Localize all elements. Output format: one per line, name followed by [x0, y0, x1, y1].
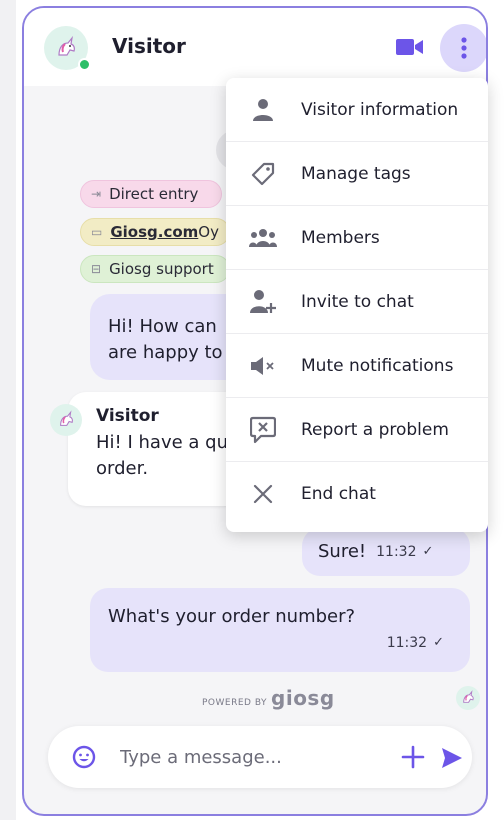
message-input[interactable]: [120, 742, 350, 772]
check-icon: ✓: [422, 544, 434, 559]
menu-item-report-a-problem[interactable]: Report a problem: [226, 398, 488, 462]
menu-item-label: End chat: [301, 484, 376, 504]
more-vertical-icon: [461, 37, 467, 59]
tag-direct-entry[interactable]: ⇥ Direct entry: [80, 180, 222, 208]
menu-item-members[interactable]: Members: [226, 206, 488, 270]
unicorn-avatar-icon: [60, 410, 73, 426]
options-dropdown-menu: Visitor information Manage tags Members …: [226, 78, 488, 532]
visitor-message-avatar: [50, 404, 82, 436]
message-meta: 11:32 ✓: [387, 630, 444, 656]
unicorn-avatar-icon: [58, 35, 75, 56]
video-call-button[interactable]: [396, 34, 424, 60]
entry-icon: ⇥: [91, 187, 102, 201]
tag-label: Giosg support: [109, 260, 214, 278]
menu-item-visitor-information[interactable]: Visitor information: [226, 78, 488, 142]
check-icon: ✓: [433, 635, 444, 650]
tag-label: Direct entry: [109, 185, 199, 203]
powered-by-label: POWERED BY: [202, 698, 268, 708]
menu-item-invite-to-chat[interactable]: Invite to chat: [226, 270, 488, 334]
speaker-mute-icon: [248, 351, 278, 381]
tag-company-suffix: Oy: [198, 223, 219, 241]
agent-message-bubble: Sure! 11:32 ✓: [302, 528, 470, 576]
menu-item-label: Members: [301, 227, 380, 248]
tag-company[interactable]: ▭ Giosg.com Oy: [80, 218, 230, 246]
message-time: 11:32: [376, 544, 417, 560]
background-strip: [0, 0, 16, 820]
menu-item-mute-notifications[interactable]: Mute notifications: [226, 334, 488, 398]
close-icon: [248, 479, 278, 509]
report-icon: [248, 415, 278, 445]
menu-item-label: Invite to chat: [301, 291, 414, 312]
menu-item-label: Report a problem: [301, 419, 449, 440]
menu-item-label: Manage tags: [301, 163, 411, 184]
menu-item-label: Visitor information: [301, 99, 459, 120]
tag-company-link[interactable]: Giosg.com: [110, 223, 198, 241]
message-text: What's your order number?: [108, 606, 356, 627]
brand-logo: giosg: [271, 686, 335, 710]
menu-item-label: Mute notifications: [301, 355, 454, 376]
chat-header: Visitor: [24, 8, 486, 86]
plus-icon[interactable]: [400, 744, 426, 770]
person-icon: [248, 95, 278, 125]
message-composer: [48, 726, 472, 788]
more-options-button[interactable]: [440, 24, 486, 72]
video-camera-icon: [396, 39, 423, 55]
send-icon[interactable]: [438, 745, 464, 771]
emoji-icon[interactable]: [72, 745, 96, 769]
online-status-dot: [78, 58, 91, 71]
visitor-read-avatar: [456, 686, 480, 710]
header-title: Visitor: [112, 34, 186, 58]
group-icon: [248, 223, 278, 253]
briefcase-icon: ▭: [91, 225, 103, 239]
menu-item-end-chat[interactable]: End chat: [226, 462, 488, 526]
message-text: Sure!: [318, 541, 367, 562]
menu-item-manage-tags[interactable]: Manage tags: [226, 142, 488, 206]
powered-by[interactable]: POWERED BY giosg: [202, 686, 335, 710]
tag-team[interactable]: ⊟ Giosg support: [80, 255, 230, 283]
add-person-icon: [248, 287, 278, 317]
tag-icon: [248, 159, 278, 189]
team-icon: ⊟: [91, 262, 102, 276]
message-time: 11:32: [386, 635, 428, 651]
unicorn-avatar-icon: [463, 690, 474, 703]
agent-message-bubble: What's your order number? 11:32 ✓: [90, 588, 470, 672]
